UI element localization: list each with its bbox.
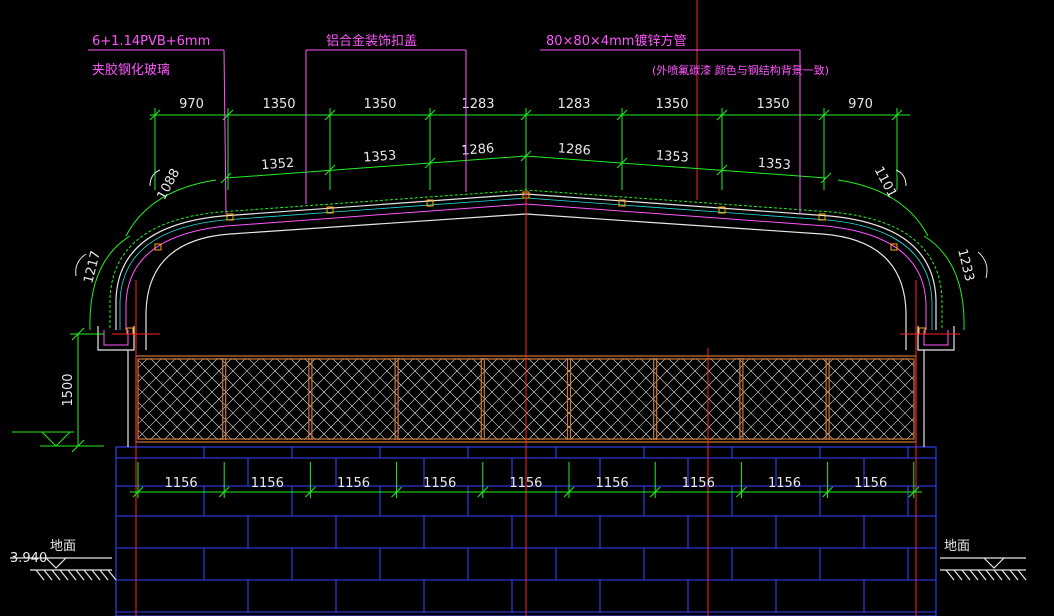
dim-bottom-value: 1156 bbox=[596, 476, 629, 491]
mesh-line bbox=[948, 358, 1030, 440]
cad-drawing-canvas[interactable]: 970 1350 1350 1283 1283 1350 1350 970 1352 1353 1… bbox=[0, 0, 1054, 616]
ground-hatch-line bbox=[953, 569, 963, 581]
mesh-line bbox=[920, 358, 1002, 440]
dim-bottom-value: 1156 bbox=[251, 476, 284, 491]
ground-hatch-line bbox=[977, 569, 987, 581]
dim-wall-height: 1500 bbox=[61, 373, 76, 406]
ground-hatch-line bbox=[91, 569, 101, 581]
dim-arc-value: 1352 bbox=[261, 156, 295, 173]
mesh-line bbox=[934, 358, 1016, 440]
mesh-line bbox=[934, 358, 1016, 440]
ground-hatch-line bbox=[83, 569, 93, 581]
mesh-line bbox=[962, 358, 1044, 440]
dim-arc-value: 1353 bbox=[757, 156, 791, 173]
mesh-line bbox=[1004, 358, 1054, 440]
mesh-line bbox=[976, 358, 1054, 440]
mesh-line bbox=[1032, 358, 1054, 440]
mesh-line bbox=[962, 358, 1044, 440]
mesh-line bbox=[1032, 358, 1054, 440]
dim-bottom-value: 1156 bbox=[682, 476, 715, 491]
dim-top-value: 970 bbox=[848, 97, 873, 112]
mesh-line bbox=[1018, 358, 1054, 440]
dim-top-value: 1350 bbox=[655, 97, 688, 112]
mesh-line bbox=[948, 358, 1030, 440]
ground-hatch-line bbox=[985, 569, 995, 581]
ground-hatch-line bbox=[993, 569, 1003, 581]
ground-hatch-line bbox=[107, 569, 117, 581]
dim-bottom-value: 1156 bbox=[423, 476, 456, 491]
dim-bottom-value: 1156 bbox=[854, 476, 887, 491]
mesh-line bbox=[905, 358, 914, 367]
ground-label-left: 地面 bbox=[50, 539, 76, 554]
ground-hatch-line bbox=[51, 569, 61, 581]
ground-hatch-line bbox=[43, 569, 53, 581]
dim-arc-value: 1286 bbox=[557, 141, 591, 158]
mesh-line bbox=[1004, 358, 1054, 440]
glass-spec-label: 6+1.14PVB+6mm bbox=[92, 34, 210, 49]
mesh-line bbox=[38, 358, 120, 440]
ground-hatch-line bbox=[99, 569, 109, 581]
tube-spec-label: 80×80×4mm镀锌方管 bbox=[546, 33, 686, 49]
ground-hatch-line bbox=[67, 569, 77, 581]
mesh-line bbox=[976, 358, 1054, 440]
cover-cap-label: 铝合金装饰扣盖 bbox=[326, 33, 417, 49]
glass-name-label: 夹胶钢化玻璃 bbox=[92, 62, 170, 78]
mesh-line bbox=[905, 431, 914, 440]
ground-hatch-line bbox=[35, 569, 45, 581]
axis-lines bbox=[112, 0, 960, 616]
dim-bottom-value: 1156 bbox=[768, 476, 801, 491]
mesh-line bbox=[38, 358, 120, 440]
ground-right: 地面 bbox=[940, 539, 1027, 581]
ground-left: 3.940 地面 bbox=[10, 539, 117, 581]
dim-arc-right-upper: 1101 bbox=[871, 164, 900, 200]
mesh-line bbox=[1018, 358, 1054, 440]
ground-hatch-line bbox=[59, 569, 69, 581]
ground-label-right: 地面 bbox=[944, 539, 970, 554]
elevation-label: 3.940 bbox=[10, 551, 47, 566]
dim-top-value: 1350 bbox=[262, 97, 295, 112]
dim-top-value: 1283 bbox=[557, 97, 590, 112]
ground-hatch-line bbox=[75, 569, 85, 581]
dim-top-value: 970 bbox=[179, 97, 204, 112]
dim-arc-value: 1353 bbox=[655, 148, 689, 165]
ground-hatch-line bbox=[1001, 569, 1011, 581]
ground-hatch-line bbox=[1009, 569, 1019, 581]
dim-arc-left-upper: 1088 bbox=[155, 166, 184, 202]
ground-hatch-line bbox=[969, 569, 979, 581]
tube-note-label: (外喷氟碳漆 颜色与钢结构背景一致) bbox=[652, 63, 829, 77]
left-level-marker bbox=[12, 431, 74, 447]
ground-hatch-line bbox=[1017, 569, 1027, 581]
dim-arc-value: 1353 bbox=[363, 148, 397, 165]
dim-top-value: 1350 bbox=[363, 97, 396, 112]
dim-bottom-value: 1156 bbox=[337, 476, 370, 491]
dim-top-value: 1350 bbox=[756, 97, 789, 112]
dim-bottom-value: 1156 bbox=[165, 476, 198, 491]
mesh-line bbox=[920, 358, 1002, 440]
mesh-line bbox=[990, 358, 1054, 440]
steel-mesh-railing bbox=[38, 355, 1054, 443]
corner-arc-dims: 1088 1101 1217 1233 bbox=[75, 164, 988, 331]
annotation-glass: 6+1.14PVB+6mm 夹胶钢化玻璃 bbox=[88, 34, 227, 215]
mesh-line bbox=[990, 358, 1054, 440]
ground-hatch-line bbox=[945, 569, 955, 581]
ground-hatch-line bbox=[961, 569, 971, 581]
annotation-steel-tube: 80×80×4mm镀锌方管 (外喷氟碳漆 颜色与钢结构背景一致) bbox=[540, 33, 829, 214]
dim-bottom-value: 1156 bbox=[509, 476, 542, 491]
